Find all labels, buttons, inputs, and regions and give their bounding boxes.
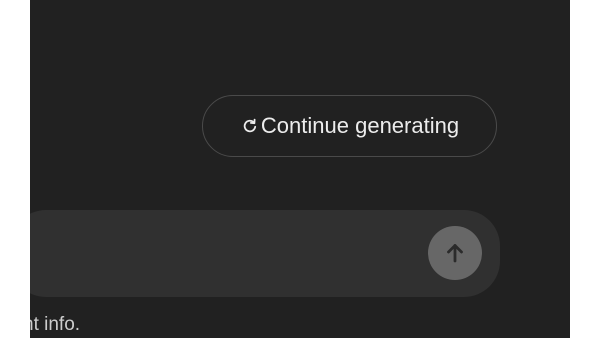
footer-disclaimer: nt info. <box>30 314 81 335</box>
continue-generating-label: Continue generating <box>260 113 460 138</box>
chat-panel: Continue generating nt info. <box>30 0 570 338</box>
refresh-icon <box>240 116 260 136</box>
arrow-up-icon <box>442 240 468 266</box>
continue-generating-button[interactable]: Continue generating <box>202 95 497 157</box>
page: Continue generating nt info. <box>0 0 600 338</box>
send-button[interactable] <box>428 226 482 280</box>
